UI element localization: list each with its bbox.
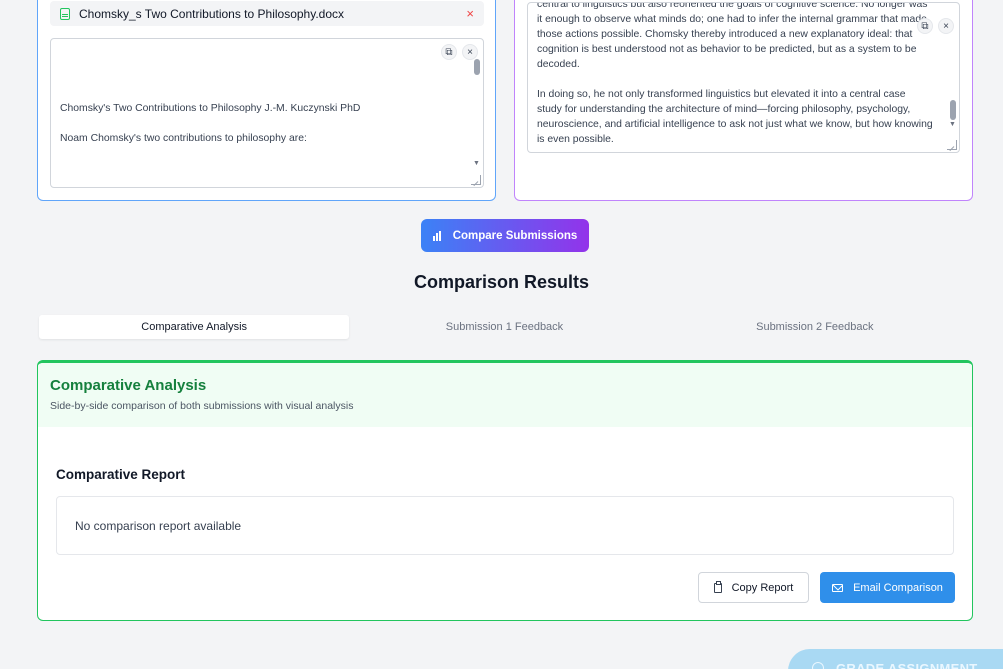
report-box: No comparison report available	[56, 496, 954, 555]
mail-icon	[832, 583, 844, 592]
grade-button-label: GRADE ASSIGNMENT	[836, 661, 978, 669]
document-icon	[60, 7, 70, 20]
file-name: Chomsky_s Two Contributions to Philosoph…	[79, 6, 345, 21]
grade-assignment-button[interactable]: GRADE ASSIGNMENT	[788, 649, 1003, 669]
scrollbar[interactable]: ▼	[472, 41, 482, 185]
comparative-analysis-card: Comparative Analysis Side-by-side compar…	[37, 360, 973, 621]
grade-icon	[812, 662, 824, 669]
bar-chart-icon	[432, 230, 441, 241]
results-title: Comparison Results	[413, 272, 590, 292]
resize-handle[interactable]	[471, 175, 481, 185]
card-header: Comparative Analysis Side-by-side compar…	[38, 363, 972, 427]
submission-2-text: central to linguistics but also reorient…	[537, 2, 933, 145]
scrollbar-thumb[interactable]	[950, 100, 956, 120]
report-text: No comparison report available	[75, 518, 242, 533]
card-subtitle: Side-by-side comparison of both submissi…	[50, 400, 354, 412]
scrollbar-thumb[interactable]	[474, 59, 480, 75]
scroll-down-arrow[interactable]: ▼	[949, 121, 956, 128]
tab-comparative-analysis[interactable]: Comparative Analysis	[39, 315, 350, 339]
copy-icon[interactable]: ⧉	[917, 18, 933, 34]
tab-submission-1-feedback[interactable]: Submission 1 Feedback	[349, 315, 659, 339]
submission-1-textarea[interactable]: Chomsky's Two Contributions to Philosoph…	[50, 38, 484, 188]
uploaded-file-chip: Chomsky_s Two Contributions to Philosoph…	[50, 1, 484, 26]
card-title: Comparative Analysis	[50, 377, 207, 394]
tab-submission-2-feedback[interactable]: Submission 2 Feedback	[660, 315, 970, 339]
copy-icon[interactable]: ⧉	[441, 44, 457, 60]
submission-2-textarea[interactable]: central to linguistics but also reorient…	[527, 2, 960, 153]
clipboard-icon	[713, 580, 722, 593]
submission-2-panel: central to linguistics but also reorient…	[514, 0, 973, 201]
email-comparison-button[interactable]: Email Comparison	[820, 572, 955, 603]
report-heading: Comparative Report	[56, 467, 186, 482]
email-comparison-label: Email Comparison	[853, 581, 943, 594]
remove-file-button[interactable]: ×	[466, 6, 474, 21]
scroll-down-arrow[interactable]: ▼	[473, 160, 480, 167]
compare-submissions-button[interactable]: Compare Submissions	[421, 219, 589, 252]
copy-report-label: Copy Report	[731, 581, 794, 594]
copy-report-button[interactable]: Copy Report	[698, 572, 809, 603]
submission-1-text: Chomsky's Two Contributions to Philosoph…	[60, 103, 361, 144]
resize-handle[interactable]	[947, 140, 957, 150]
submission-1-panel: Chomsky_s Two Contributions to Philosoph…	[37, 0, 496, 201]
compare-button-label: Compare Submissions	[452, 229, 578, 242]
scrollbar[interactable]: ▼	[948, 5, 958, 150]
results-tabs: Comparative Analysis Submission 1 Feedba…	[37, 313, 972, 341]
